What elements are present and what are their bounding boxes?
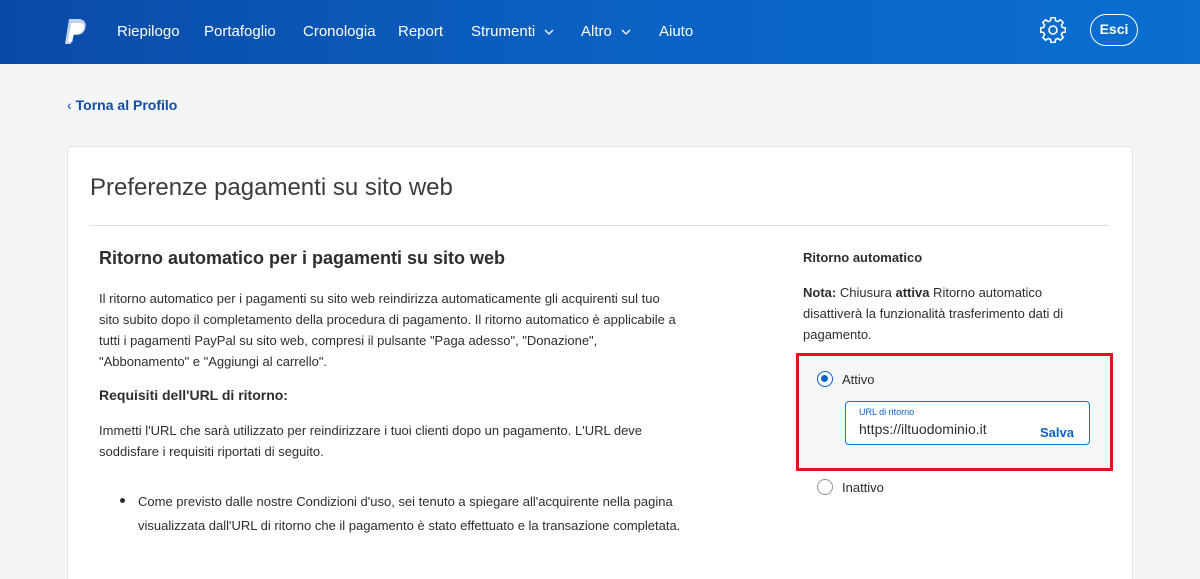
section-title: Ritorno automatico per i pagamenti su si… xyxy=(99,248,506,268)
paypal-logo-icon[interactable] xyxy=(62,18,88,46)
nav-strumenti[interactable]: Strumenti xyxy=(471,22,554,42)
chevron-down-icon xyxy=(621,29,631,35)
chevron-down-icon xyxy=(544,29,554,35)
highlight-frame xyxy=(796,353,1113,471)
nav-report[interactable]: Report xyxy=(398,22,443,42)
divider xyxy=(90,225,1109,226)
back-to-profile-link[interactable]: ‹ Torna al Profilo xyxy=(67,97,177,113)
nav-aiuto[interactable]: Aiuto xyxy=(659,22,693,42)
radio-inattivo[interactable] xyxy=(817,479,833,495)
requirements-text: Immetti l'URL che sarà utilizzato per re… xyxy=(99,423,643,459)
auto-return-title: Ritorno automatico xyxy=(803,250,923,265)
requirements-title: Requisiti dell'URL di ritorno: xyxy=(99,387,288,403)
page-title: Preferenze pagamenti su sito web xyxy=(90,174,453,201)
gear-icon[interactable] xyxy=(1040,17,1066,43)
nav-portafoglio[interactable]: Portafoglio xyxy=(204,22,276,42)
intro-text: Il ritorno automatico per i pagamenti su… xyxy=(99,291,676,369)
nav-riepilogo[interactable]: Riepilogo xyxy=(117,22,180,42)
nav-altro[interactable]: Altro xyxy=(581,22,631,42)
nav-cronologia[interactable]: Cronologia xyxy=(303,22,376,42)
auto-return-note: Nota: Chiusura attiva Ritorno automatico… xyxy=(803,285,1064,342)
radio-inattivo-label[interactable]: Inattivo xyxy=(842,480,884,495)
logout-button[interactable]: Esci xyxy=(1090,14,1138,46)
top-navigation-bar: Riepilogo Portafoglio Cronologia Report … xyxy=(0,0,1200,64)
chevron-left-icon: ‹ xyxy=(67,97,72,113)
bullet-item: Come previsto dalle nostre Condizioni d'… xyxy=(138,494,681,533)
bullet-icon xyxy=(120,498,125,503)
